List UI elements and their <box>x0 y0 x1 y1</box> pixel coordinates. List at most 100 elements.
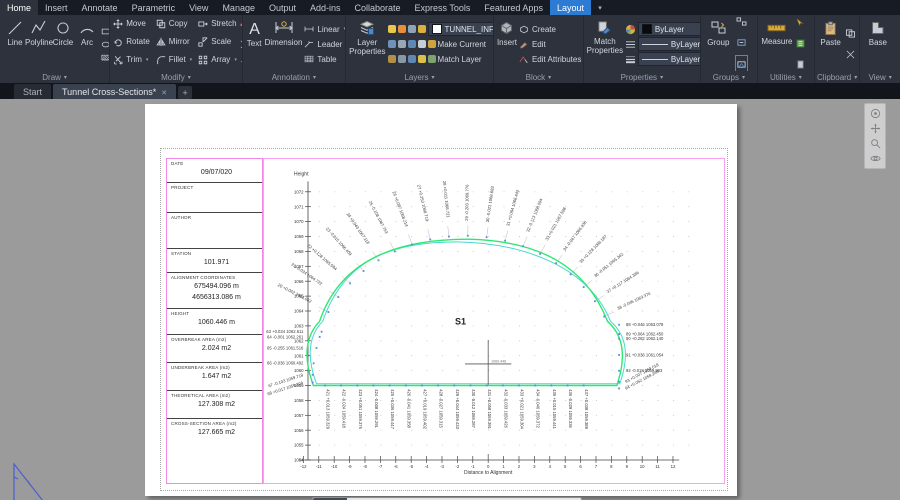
measurement-point[interactable] <box>448 236 450 238</box>
edit-block-button[interactable]: Edit <box>519 38 583 51</box>
ribbon-options-icon[interactable]: ▾ <box>591 0 609 15</box>
panel-label-draw[interactable]: Draw <box>0 71 109 83</box>
circle-button[interactable]: Circle <box>51 17 75 71</box>
ribbon-tab-layout[interactable]: Layout <box>550 0 591 15</box>
tunnel-theoretical-outline[interactable] <box>307 239 622 385</box>
measurement-point[interactable] <box>618 370 620 372</box>
hatch-icon[interactable] <box>101 52 109 62</box>
new-drawing-button[interactable]: + <box>178 86 192 99</box>
unisolate-icon[interactable] <box>398 40 406 48</box>
measurement-point[interactable] <box>337 296 339 298</box>
tunnel-asbuilt-outline[interactable] <box>310 242 625 384</box>
measurement-point[interactable] <box>583 286 585 288</box>
measurement-point[interactable] <box>486 385 488 387</box>
arc-button[interactable]: Arc <box>75 17 99 71</box>
measurement-point[interactable] <box>421 385 423 387</box>
ribbon-tab-view[interactable]: View <box>182 0 215 15</box>
ellipse-icon[interactable] <box>101 39 109 49</box>
quick-select-icon[interactable] <box>795 15 806 32</box>
base-button[interactable]: Base <box>863 17 892 71</box>
layer-select-dropdown[interactable]: TUNNEL_INFO <box>428 22 493 36</box>
lineweight-dropdown[interactable]: ByLayer <box>638 52 700 66</box>
drawing-canvas[interactable]: DATE09/07/020PROJECTAUTHORSTATION101.971… <box>0 99 900 500</box>
measurement-point[interactable] <box>316 347 318 349</box>
linear-button[interactable]: Linear <box>304 23 345 36</box>
line-button[interactable]: Line <box>3 17 27 71</box>
ribbon-tab-collaborate[interactable]: Collaborate <box>348 0 408 15</box>
linetype-dropdown[interactable]: ByLayer <box>638 37 700 51</box>
panel-label-utilities[interactable]: Utilities <box>758 71 814 83</box>
measurement-point[interactable] <box>618 333 620 335</box>
match-layer-button[interactable]: Match Layer <box>438 53 482 66</box>
ribbon-tab-home[interactable]: Home <box>0 0 38 15</box>
layer-on-icon[interactable] <box>388 25 396 33</box>
ribbon-tab-express-tools[interactable]: Express Tools <box>408 0 478 15</box>
object-color-dropdown[interactable]: ByLayer <box>638 22 700 36</box>
measurement-point[interactable] <box>394 251 396 253</box>
array-button[interactable]: Array <box>198 53 237 66</box>
orbit-icon[interactable] <box>869 153 881 165</box>
paste-button[interactable]: Paste <box>818 17 843 71</box>
lock-icon[interactable] <box>388 55 396 63</box>
measurement-point[interactable] <box>411 244 413 246</box>
scale-button[interactable]: Scale <box>198 35 237 48</box>
leader-button[interactable]: Leader <box>304 38 345 51</box>
panel-label-clipboard[interactable]: Clipboard <box>815 71 859 83</box>
layer-properties-button[interactable]: Layer Properties <box>349 17 385 71</box>
measurement-point[interactable] <box>319 336 321 338</box>
measurement-point[interactable] <box>389 385 391 387</box>
measurement-point[interactable] <box>570 273 572 275</box>
linetype-icon[interactable] <box>625 40 636 49</box>
measurement-point[interactable] <box>349 282 351 284</box>
measurement-point[interactable] <box>340 385 342 387</box>
measurement-point[interactable] <box>618 338 620 340</box>
group-button[interactable]: Group <box>704 17 733 71</box>
insert-button[interactable]: Insert <box>497 17 517 71</box>
measurement-point[interactable] <box>618 354 620 356</box>
id-point-icon[interactable] <box>795 56 806 71</box>
measurement-point[interactable] <box>453 385 455 387</box>
measurement-point[interactable] <box>583 385 585 387</box>
panel-label-layers[interactable]: Layers <box>346 71 493 83</box>
edit-attributes-button[interactable]: Edit Attributes <box>519 53 583 66</box>
measurement-point[interactable] <box>534 385 536 387</box>
make-current-button[interactable]: Make Current <box>438 38 486 51</box>
measurement-point[interactable] <box>437 385 439 387</box>
match-properties-button[interactable]: Match Properties <box>587 17 623 71</box>
fillet-button[interactable]: Fillet <box>156 53 192 66</box>
text-button[interactable]: A Text <box>246 17 263 71</box>
measurement-point[interactable] <box>313 362 315 364</box>
layer-freeze-icon[interactable] <box>398 25 406 33</box>
measurement-point[interactable] <box>518 385 520 387</box>
measurement-point[interactable] <box>312 374 314 376</box>
measurement-point[interactable] <box>378 259 380 261</box>
measurement-point[interactable] <box>486 236 488 238</box>
file-tab-start[interactable]: Start <box>14 84 51 99</box>
stretch-button[interactable]: Stretch <box>198 17 237 30</box>
measurement-point[interactable] <box>522 245 524 247</box>
lineweight-icon[interactable] <box>625 55 636 64</box>
walk-icon[interactable] <box>408 55 416 63</box>
move-button[interactable]: Move <box>113 17 150 30</box>
fade-icon[interactable] <box>239 56 242 71</box>
ribbon-tab-output[interactable]: Output <box>262 0 303 15</box>
measurement-point[interactable] <box>470 385 472 387</box>
measurement-point[interactable] <box>429 239 431 241</box>
ribbon-tab-parametric[interactable]: Parametric <box>125 0 183 15</box>
panel-label-block[interactable]: Block <box>494 71 583 83</box>
explode-icon[interactable] <box>239 35 242 53</box>
copy-button[interactable]: Copy <box>156 17 192 30</box>
ribbon-tab-annotate[interactable]: Annotate <box>75 0 125 15</box>
panel-label-modify[interactable]: Modify <box>110 71 241 83</box>
measurement-point[interactable] <box>373 385 375 387</box>
polyline-button[interactable]: Polyline <box>27 17 51 71</box>
measurement-point[interactable] <box>502 385 504 387</box>
measurement-point[interactable] <box>594 300 596 302</box>
panel-label-groups[interactable]: Groups <box>701 71 757 83</box>
isolate-icon[interactable] <box>388 40 396 48</box>
thaw-icon[interactable] <box>398 55 406 63</box>
file-tab-drawing[interactable]: Tunnel Cross-Sections* <box>53 84 176 99</box>
measurement-point[interactable] <box>539 253 541 255</box>
mirror-button[interactable]: Mirror <box>156 35 192 48</box>
erase-icon[interactable] <box>239 15 242 32</box>
